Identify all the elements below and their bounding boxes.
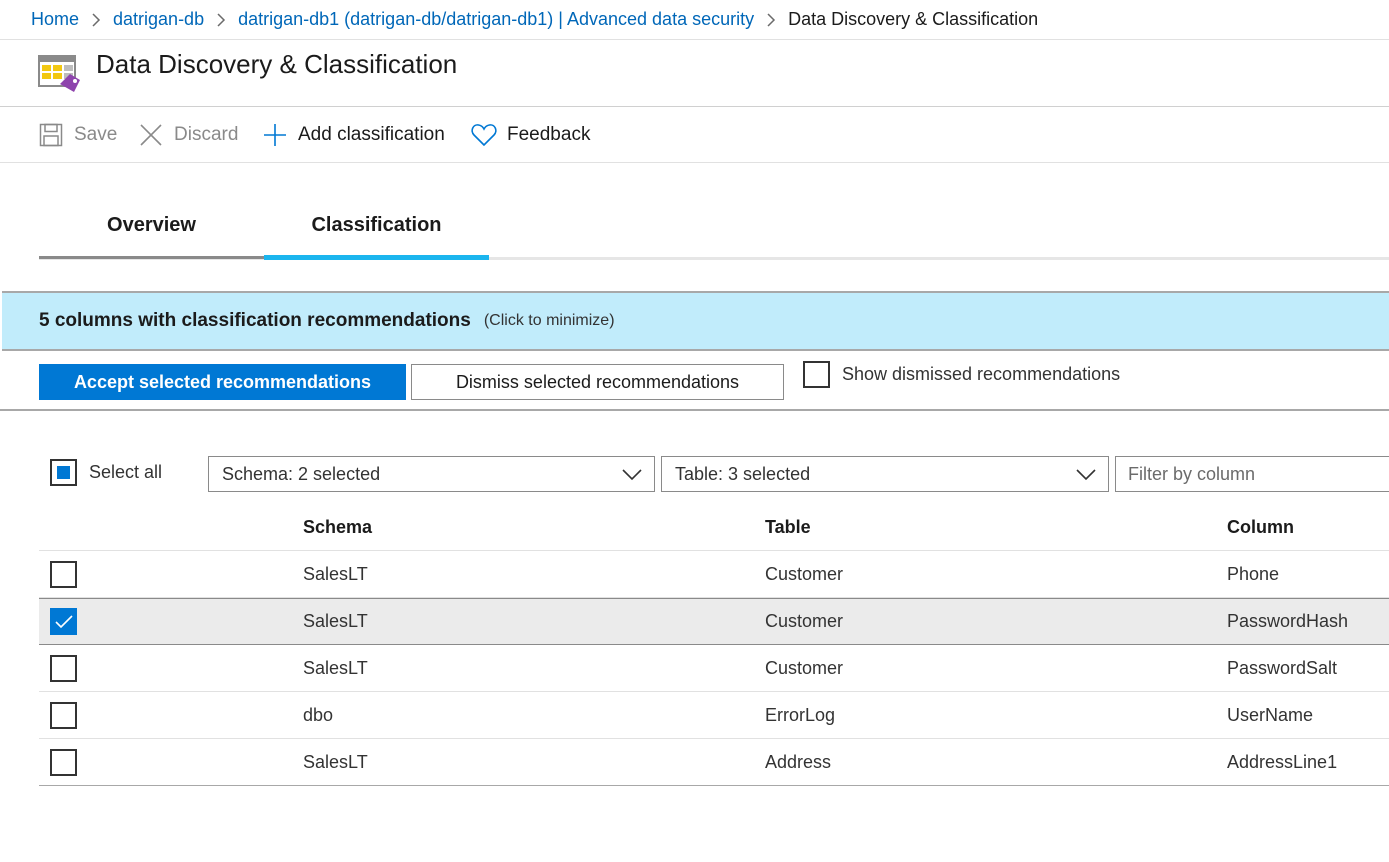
schema-filter-value: Schema: 2 selected [222, 463, 381, 484]
feedback-button[interactable]: Feedback [471, 107, 590, 163]
accept-recommendations-button[interactable]: Accept selected recommendations [39, 364, 406, 400]
breadcrumb-database[interactable]: datrigan-db1 (datrigan-db/datrigan-db1) … [238, 9, 754, 30]
row-checkbox[interactable] [50, 692, 77, 738]
table-filter-value: Table: 3 selected [675, 463, 811, 484]
table-cell: Customer [765, 611, 844, 631]
recommendations-banner[interactable]: 5 columns with classification recommenda… [2, 291, 1389, 351]
checkmark-icon [54, 614, 73, 628]
dismiss-recommendations-button[interactable]: Dismiss selected recommendations [411, 364, 784, 400]
tab-overview-label: Overview [107, 214, 196, 236]
filter-row: Select all Schema: 2 selected Table: 3 s… [0, 455, 1389, 493]
recommendations-grid: Schema Table Column SalesLT Customer Pho… [39, 504, 1389, 786]
breadcrumb-server[interactable]: datrigan-db [113, 9, 204, 30]
table-row[interactable]: SalesLT Customer PasswordSalt [39, 645, 1389, 692]
indeterminate-mark [57, 466, 70, 479]
checkbox-box[interactable] [803, 361, 830, 388]
tab-classification-indicator [264, 255, 489, 260]
schema-cell: SalesLT [303, 751, 368, 772]
schema-cell: dbo [303, 704, 334, 725]
column-filter-input[interactable] [1115, 456, 1389, 492]
recommendation-actions: Accept selected recommendations Dismiss … [0, 351, 1389, 411]
table-row[interactable]: SalesLT Address AddressLine1 [39, 739, 1389, 786]
save-icon [38, 122, 64, 148]
table-cell: ErrorLog [765, 704, 836, 725]
checkbox-box[interactable] [50, 608, 77, 635]
grid-header: Schema Table Column [39, 504, 1389, 551]
add-classification-button[interactable]: Add classification [262, 107, 445, 163]
chevron-right-icon [91, 12, 101, 28]
chevron-down-icon [1076, 466, 1096, 487]
heart-icon [471, 122, 497, 148]
recommendations-title: 5 columns with classification recommenda… [39, 310, 471, 331]
tab-overview[interactable]: Overview [39, 196, 264, 260]
table-row[interactable]: SalesLT Customer PasswordHash [39, 598, 1389, 645]
breadcrumb-current: Data Discovery & Classification [788, 9, 1039, 29]
tab-overview-indicator [39, 256, 264, 259]
table-column-header[interactable]: Table [765, 504, 811, 550]
save-label: Save [74, 124, 118, 145]
checkbox-box[interactable] [50, 748, 77, 776]
table-cell: Customer [765, 563, 844, 584]
table-row[interactable]: dbo ErrorLog UserName [39, 692, 1389, 739]
chevron-right-icon [766, 12, 776, 28]
checkbox-box[interactable] [50, 654, 77, 682]
column-cell: UserName [1227, 704, 1314, 725]
tab-classification-label: Classification [311, 214, 442, 236]
table-row[interactable]: SalesLT Customer Phone [39, 551, 1389, 598]
checkbox-box[interactable] [50, 701, 77, 729]
column-cell: AddressLine1 [1227, 751, 1338, 772]
column-cell: PasswordHash [1227, 611, 1349, 631]
show-dismissed-label: Show dismissed recommendations [842, 364, 1121, 384]
checkbox-box[interactable] [50, 459, 77, 486]
save-button[interactable]: Save [38, 107, 117, 163]
discard-label: Discard [174, 124, 239, 145]
column-column-header[interactable]: Column [1227, 504, 1294, 550]
row-checkbox[interactable] [50, 551, 77, 597]
show-dismissed-checkbox[interactable]: Show dismissed recommendations [803, 361, 1120, 388]
tab-classification[interactable]: Classification [264, 196, 489, 260]
chevron-right-icon [216, 12, 226, 28]
breadcrumb-home[interactable]: Home [31, 9, 79, 30]
row-checkbox[interactable] [50, 739, 77, 785]
feedback-label: Feedback [507, 124, 591, 145]
row-checkbox[interactable] [50, 599, 77, 644]
table-cell: Customer [765, 657, 844, 678]
column-cell: Phone [1227, 563, 1280, 584]
command-bar: Save Discard Add classification Feedback [0, 107, 1389, 163]
checkbox-box[interactable] [50, 560, 77, 588]
select-all-checkbox[interactable]: Select all [50, 459, 162, 486]
page-header: Data Discovery & Classification [0, 40, 1389, 107]
schema-filter-dropdown[interactable]: Schema: 2 selected [208, 456, 655, 492]
chevron-down-icon [622, 466, 642, 487]
tab-bar: Overview Classification [39, 196, 1389, 262]
add-classification-label: Add classification [298, 124, 445, 145]
select-all-label: Select all [89, 462, 163, 482]
table-cell: Address [765, 751, 832, 772]
table-filter-dropdown[interactable]: Table: 3 selected [661, 456, 1109, 492]
row-checkbox[interactable] [50, 645, 77, 691]
schema-cell: SalesLT [303, 611, 368, 631]
schema-cell: SalesLT [303, 657, 368, 678]
page-title: Data Discovery & Classification [96, 49, 458, 79]
column-cell: PasswordSalt [1227, 657, 1338, 678]
discard-button[interactable]: Discard [138, 107, 238, 163]
plus-icon [262, 122, 288, 148]
breadcrumb: Home datrigan-db datrigan-db1 (datrigan-… [0, 0, 1389, 40]
schema-column-header[interactable]: Schema [303, 504, 372, 550]
schema-cell: SalesLT [303, 563, 368, 584]
minimize-hint: (Click to minimize) [483, 312, 615, 329]
close-icon [138, 122, 164, 148]
data-classification-icon [38, 54, 82, 94]
